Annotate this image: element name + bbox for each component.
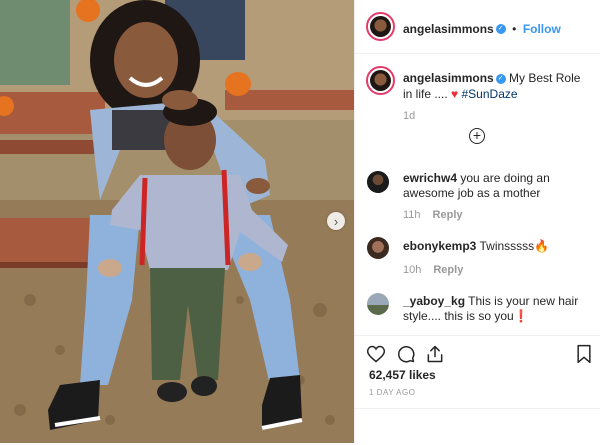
- heart-icon[interactable]: [366, 344, 386, 364]
- comment-item: _yaboy_kg This is your new hair style...…: [403, 294, 593, 324]
- comment-item: ebonykemp3 Twinsssss🔥: [403, 239, 593, 254]
- post-header: angelasimmons ✓ • Follow: [355, 0, 600, 54]
- author-avatar[interactable]: [366, 12, 395, 41]
- caption-age[interactable]: 1d: [403, 110, 415, 122]
- reply-button[interactable]: Reply: [433, 264, 463, 276]
- comment-text: Twinsssss🔥: [479, 239, 550, 253]
- follow-button[interactable]: Follow: [523, 22, 561, 36]
- caption-avatar[interactable]: [366, 66, 395, 95]
- post-actions-section: 62,457 likes 1 DAY AGO: [355, 335, 600, 444]
- load-more-comments-button[interactable]: +: [469, 128, 485, 144]
- comment-item: ewrichw4 you are doing an awesome job as…: [403, 171, 593, 201]
- photo-illustration: [0, 0, 354, 443]
- post-caption: angelasimmons ✓ My Best Role in life ....…: [403, 70, 593, 102]
- comment-username[interactable]: ebonykemp3: [403, 239, 476, 253]
- comment-icon[interactable]: [396, 344, 416, 364]
- separator-dot: •: [512, 22, 517, 36]
- share-icon[interactable]: [425, 344, 445, 364]
- likes-count[interactable]: 62,457 likes: [369, 368, 436, 382]
- comment-avatar[interactable]: [367, 171, 389, 193]
- heart-emoji-icon: ♥: [451, 87, 459, 101]
- comment-meta: 11h Reply: [403, 209, 463, 221]
- comment-username[interactable]: _yaboy_kg: [403, 294, 465, 308]
- add-comment-bar[interactable]: [355, 408, 600, 445]
- verified-icon: ✓: [495, 23, 506, 34]
- comment-avatar[interactable]: [367, 293, 389, 315]
- comment-age[interactable]: 10h: [403, 264, 421, 276]
- carousel-next-button[interactable]: ›: [327, 212, 345, 230]
- header-user-line: angelasimmons ✓ • Follow: [403, 20, 561, 38]
- caption-username[interactable]: angelasimmons: [403, 71, 494, 85]
- chevron-right-icon: ›: [333, 213, 339, 229]
- comment-age[interactable]: 11h: [403, 209, 421, 221]
- verified-icon: ✓: [495, 73, 506, 84]
- comment-meta: 10h Reply: [403, 264, 463, 276]
- comment-username[interactable]: ewrichw4: [403, 171, 457, 185]
- bookmark-icon[interactable]: [574, 344, 594, 364]
- post-timestamp[interactable]: 1 DAY AGO: [369, 388, 415, 397]
- comment-avatar[interactable]: [367, 237, 389, 259]
- author-username[interactable]: angelasimmons: [403, 22, 494, 36]
- post-side-panel: angelasimmons ✓ • Follow angelasimmons ✓ M…: [354, 0, 600, 443]
- reply-button[interactable]: Reply: [433, 209, 463, 221]
- hashtag-link[interactable]: #SunDaze: [462, 87, 518, 101]
- post-photo[interactable]: ›: [0, 0, 354, 443]
